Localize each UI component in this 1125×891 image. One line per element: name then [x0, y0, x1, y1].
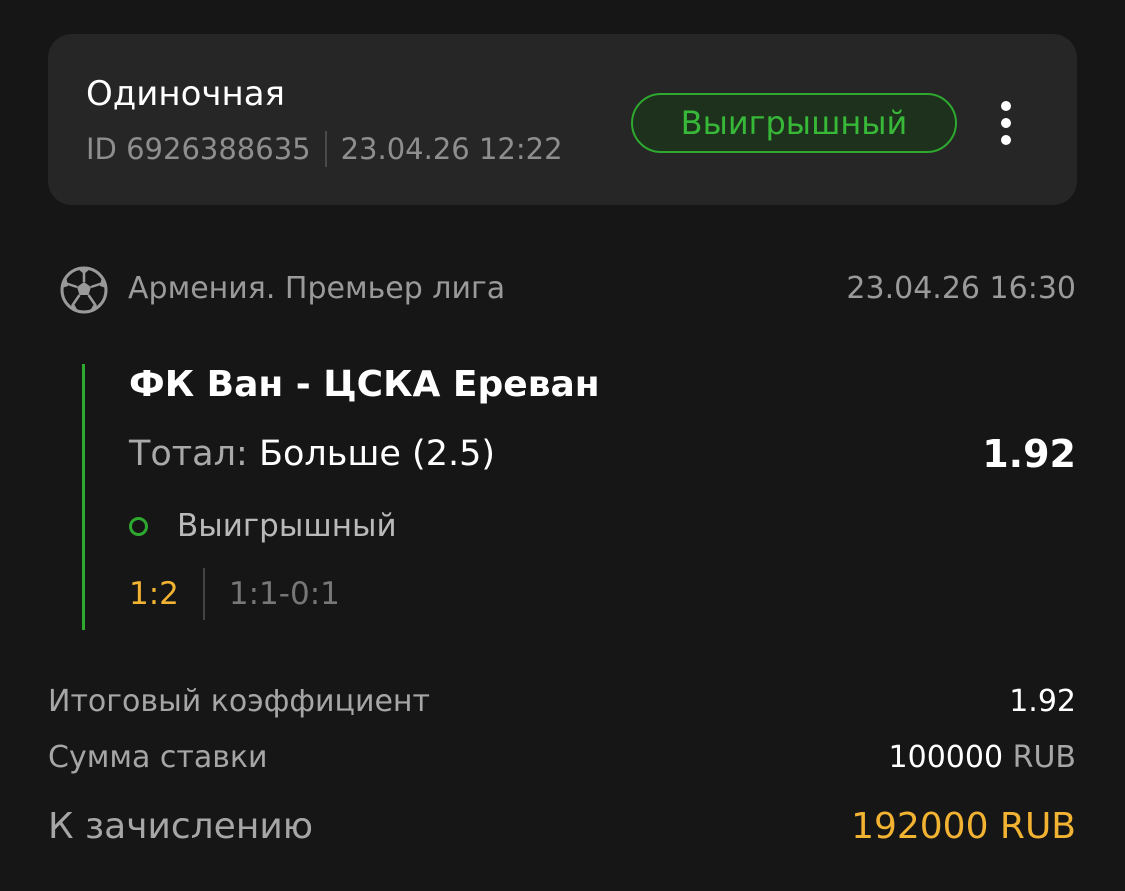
bet-header-card: Одиночная ID 6926388635 23.04.26 12:22 В… [48, 34, 1077, 205]
meta-divider [324, 131, 327, 167]
total-odds-label: Итоговый коэффициент [48, 684, 430, 719]
score-row: 1:2 1:1-0:1 [129, 568, 340, 620]
summary-payout: К зачислению 192000 RUB [48, 806, 1076, 847]
league-row: Армения. Премьер лига 23.04.26 16:30 [58, 262, 1076, 318]
status-badge: Выигрышный [631, 93, 957, 153]
market-row: Тотал: Больше (2.5) [129, 434, 495, 474]
summary-total-odds: Итоговый коэффициент 1.92 [48, 684, 1076, 719]
more-options-icon[interactable] [986, 96, 1026, 150]
bet-id: ID 6926388635 [86, 132, 311, 166]
soccer-ball-icon [60, 266, 108, 314]
stake-currency: RUB [1012, 740, 1076, 775]
event-start-time: 23.04.26 16:30 [846, 271, 1076, 306]
match-title[interactable]: ФК Ван - ЦСКА Ереван [129, 364, 600, 405]
bet-meta: ID 6926388635 23.04.26 12:22 [86, 131, 563, 167]
bet-type-title: Одиночная [86, 74, 286, 114]
total-odds-value: 1.92 [1009, 684, 1076, 719]
period-scores: 1:1-0:1 [228, 576, 340, 612]
score-divider [202, 568, 205, 620]
event-details: ФК Ван - ЦСКА Ереван Тотал: Больше (2.5)… [82, 364, 1076, 630]
payout-value: 192000 RUB [851, 806, 1076, 847]
bet-datetime: 23.04.26 12:22 [340, 132, 563, 166]
stake-value: 100000 RUB [889, 740, 1076, 775]
event-odds: 1.92 [982, 432, 1076, 476]
league-name: Армения. Премьер лига [128, 271, 506, 306]
summary-stake: Сумма ставки 100000 RUB [48, 740, 1076, 775]
market-label: Тотал: [129, 434, 248, 474]
outcome-row: Выигрышный [129, 508, 397, 544]
outcome-status-icon [129, 516, 148, 536]
stake-amount: 100000 [888, 740, 1004, 775]
payout-label: К зачислению [48, 806, 314, 847]
market-value: Больше (2.5) [258, 434, 496, 474]
final-score: 1:2 [129, 576, 179, 612]
outcome-label: Выигрышный [177, 508, 397, 544]
stake-label: Сумма ставки [48, 740, 268, 775]
